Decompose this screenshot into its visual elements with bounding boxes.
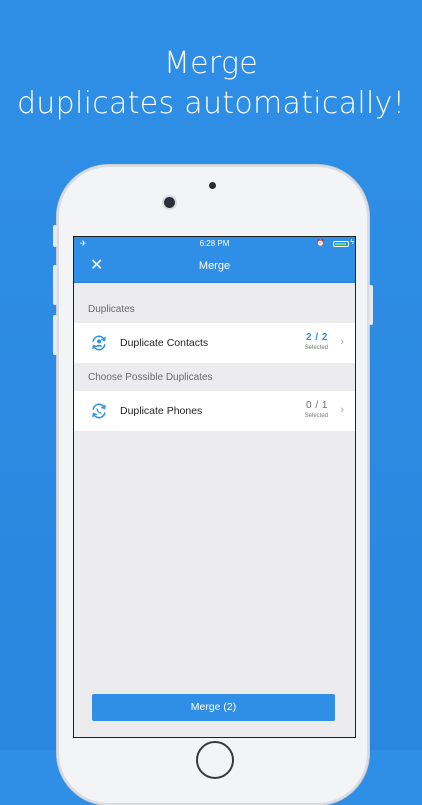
headline-line-1: Merge (163, 46, 259, 81)
row-duplicate-phones[interactable]: Duplicate Phones 0 / 1 Selected › (74, 391, 355, 431)
row-duplicate-contacts[interactable]: Duplicate Contacts 2 / 2 Selected › (74, 323, 355, 363)
phone-volume-down (53, 315, 57, 355)
row-label: Duplicate Contacts (120, 337, 209, 349)
alarm-icon: ⏰ (316, 240, 325, 247)
merge-phones-icon (92, 403, 106, 419)
app-screen: ✈ 6:28 PM ⏰ ϟ ✕ Merge Duplicates Duplica… (74, 237, 355, 737)
battery-icon (333, 241, 349, 247)
phone-volume-up (53, 265, 57, 305)
chevron-right-icon: › (340, 404, 344, 416)
selected-count: 0 / 1 (306, 400, 328, 411)
nav-title: Merge (198, 260, 231, 272)
phone-power-button (369, 285, 373, 325)
merge-contacts-icon (92, 335, 106, 351)
charging-icon: ϟ (350, 239, 354, 246)
selected-caption: Selected (304, 413, 328, 419)
row-label: Duplicate Phones (120, 405, 203, 417)
nav-bar: ✕ Merge (74, 252, 355, 283)
merge-button[interactable]: Merge (2) (92, 694, 335, 721)
status-bar: ✈ 6:28 PM ⏰ ϟ (74, 237, 355, 252)
phone-camera (164, 197, 175, 208)
phone-sensor (209, 182, 216, 189)
status-time: 6:28 PM (199, 239, 230, 248)
selected-count: 2 / 2 (306, 332, 328, 343)
headline: Merge duplicates automatically! (0, 44, 422, 124)
section-header-duplicates: Duplicates (74, 295, 355, 323)
headline-line-2: duplicates automatically! (16, 86, 406, 121)
phone-home-button (196, 741, 234, 779)
chevron-right-icon: › (340, 336, 344, 348)
phone-mute-switch (53, 225, 57, 247)
selected-caption: Selected (304, 345, 328, 351)
section-header-possible-duplicates: Choose Possible Duplicates (74, 363, 355, 391)
